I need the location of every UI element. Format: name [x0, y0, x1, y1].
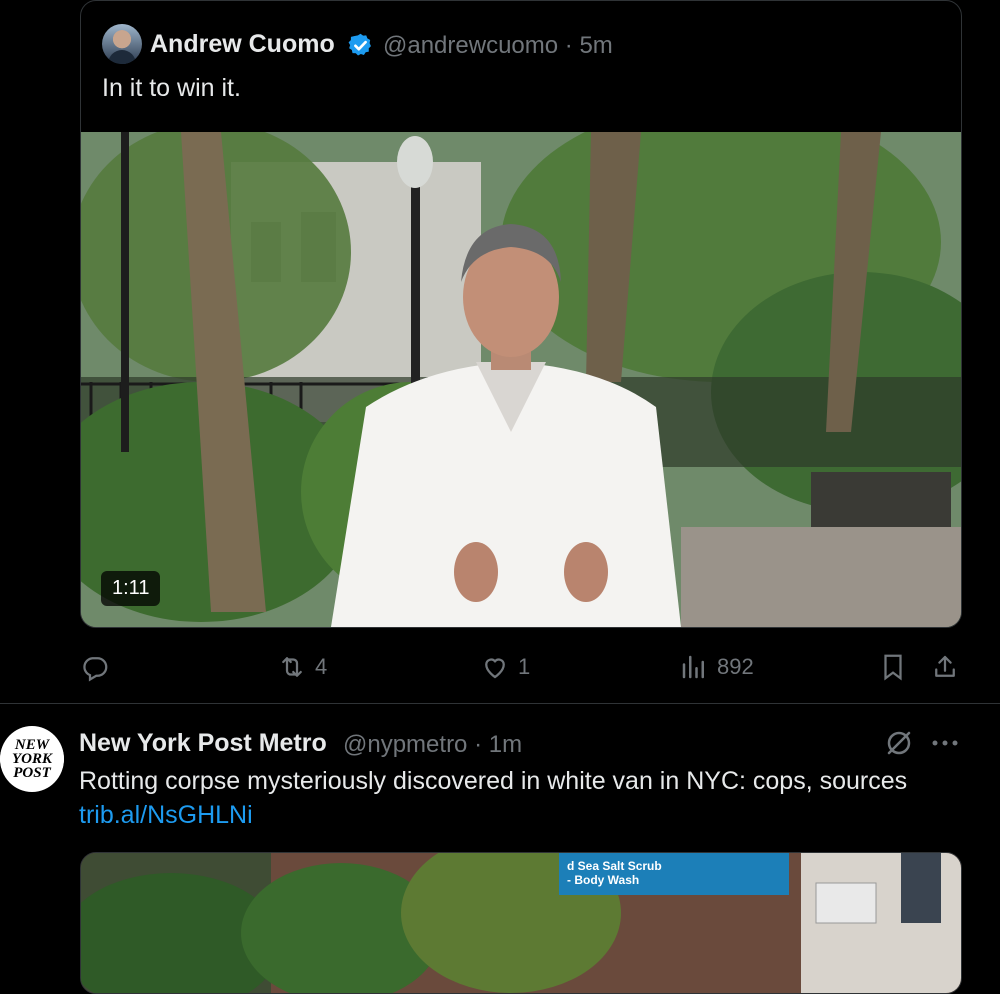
- views-icon: [682, 655, 704, 679]
- bookmark-button[interactable]: [878, 650, 908, 684]
- reply-button[interactable]: [80, 650, 118, 684]
- like-button[interactable]: 1: [480, 650, 530, 684]
- bookmark-icon: [884, 654, 902, 681]
- author-name[interactable]: Andrew Cuomo: [150, 30, 335, 59]
- like-count: 1: [518, 654, 531, 679]
- avatar[interactable]: [102, 24, 142, 64]
- author-handle-time[interactable]: @nypmetro · 1m: [343, 731, 522, 759]
- author-name[interactable]: New York Post Metro: [79, 729, 327, 758]
- new-york-post-logo: NEW YORK POST: [0, 727, 64, 791]
- more-icon[interactable]: [930, 738, 960, 748]
- share-button[interactable]: [930, 650, 960, 684]
- tweet-text: Rotting corpse mysteriously discovered i…: [79, 767, 908, 795]
- link-card-image[interactable]: d Sea Salt Scrub - Body Wash: [80, 852, 962, 994]
- retweet-button[interactable]: 4: [277, 650, 327, 684]
- retweet-count: 4: [315, 654, 328, 679]
- grok-icon[interactable]: [884, 728, 914, 758]
- street-photo: [81, 853, 961, 993]
- quoted-tweet-card[interactable]: Andrew Cuomo @andrewcuomo · 5m In it to …: [80, 0, 962, 628]
- store-sign: d Sea Salt Scrub - Body Wash: [559, 853, 789, 895]
- reply-icon: [83, 657, 108, 682]
- article-link[interactable]: trib.al/NsGHLNi: [79, 801, 253, 830]
- author-handle-time[interactable]: @andrewcuomo · 5m: [383, 32, 613, 60]
- like-icon: [485, 658, 505, 679]
- verified-icon: [348, 33, 371, 56]
- video-duration: 1:11: [101, 571, 161, 606]
- views-button[interactable]: 892: [679, 650, 754, 684]
- retweet-icon: [282, 657, 302, 677]
- tweet-text: In it to win it.: [102, 74, 241, 102]
- views-count: 892: [717, 654, 754, 679]
- avatar[interactable]: NEW YORK POST: [0, 726, 64, 792]
- share-icon: [935, 655, 955, 677]
- tweet-divider: [0, 703, 1000, 704]
- svg-text:POST: POST: [13, 765, 51, 781]
- video-frame: [81, 132, 961, 627]
- video-player[interactable]: 1:11: [81, 132, 961, 627]
